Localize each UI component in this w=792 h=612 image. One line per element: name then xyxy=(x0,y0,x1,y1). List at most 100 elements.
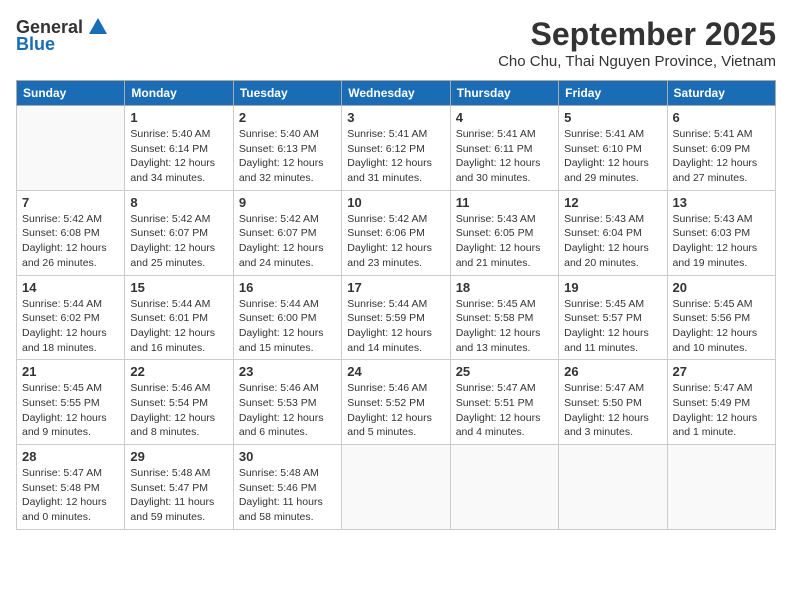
day-number: 12 xyxy=(564,195,661,210)
day-number: 2 xyxy=(239,110,336,125)
page-header: General Blue September 2025 Cho Chu, Tha… xyxy=(16,16,776,70)
day-info: Sunrise: 5:43 AM Sunset: 6:03 PM Dayligh… xyxy=(673,212,770,271)
calendar-cell: 16Sunrise: 5:44 AM Sunset: 6:00 PM Dayli… xyxy=(233,275,341,360)
calendar-cell: 4Sunrise: 5:41 AM Sunset: 6:11 PM Daylig… xyxy=(450,106,558,191)
header-tuesday: Tuesday xyxy=(233,81,341,106)
header-monday: Monday xyxy=(125,81,233,106)
calendar-week-row: 28 Sunrise: 5:47 AM Sunset: 5:48 PM Dayli… xyxy=(17,445,776,530)
day-info: Sunrise: 5:41 AM Sunset: 6:11 PM Dayligh… xyxy=(456,127,553,186)
title-area: September 2025 Cho Chu, Thai Nguyen Prov… xyxy=(498,16,776,70)
calendar-cell: 7 Sunrise: 5:42 AM Sunset: 6:08 PM Daylig… xyxy=(17,190,125,275)
day-number: 25 xyxy=(456,364,553,379)
calendar-cell: 5Sunrise: 5:41 AM Sunset: 6:10 PM Daylig… xyxy=(559,106,667,191)
day-info: Sunrise: 5:46 AM Sunset: 5:53 PM Dayligh… xyxy=(239,381,336,440)
calendar-cell: 22Sunrise: 5:46 AM Sunset: 5:54 PM Dayli… xyxy=(125,360,233,445)
calendar-cell: 18Sunrise: 5:45 AM Sunset: 5:58 PM Dayli… xyxy=(450,275,558,360)
calendar-cell: 29Sunrise: 5:48 AM Sunset: 5:47 PM Dayli… xyxy=(125,445,233,530)
day-number: 5 xyxy=(564,110,661,125)
calendar-cell: 23 Sunrise: 5:46 AM Sunset: 5:53 PM Dayli… xyxy=(233,360,341,445)
day-info: Sunrise: 5:42 AM Sunset: 6:07 PM Dayligh… xyxy=(130,212,227,271)
day-info: Sunrise: 5:46 AM Sunset: 5:54 PM Dayligh… xyxy=(130,381,227,440)
day-number: 21 xyxy=(22,364,119,379)
day-number: 7 xyxy=(22,195,119,210)
calendar-week-row: 7 Sunrise: 5:42 AM Sunset: 6:08 PM Daylig… xyxy=(17,190,776,275)
calendar-cell: 27Sunrise: 5:47 AM Sunset: 5:49 PM Dayli… xyxy=(667,360,775,445)
day-number: 15 xyxy=(130,280,227,295)
day-info: Sunrise: 5:43 AM Sunset: 6:05 PM Dayligh… xyxy=(456,212,553,271)
calendar-cell xyxy=(17,106,125,191)
day-info: Sunrise: 5:40 AM Sunset: 6:14 PM Dayligh… xyxy=(130,127,227,186)
calendar-cell: 13 Sunrise: 5:43 AM Sunset: 6:03 PM Dayli… xyxy=(667,190,775,275)
day-number: 26 xyxy=(564,364,661,379)
day-number: 28 xyxy=(22,449,119,464)
calendar-cell: 6 Sunrise: 5:41 AM Sunset: 6:09 PM Daylig… xyxy=(667,106,775,191)
calendar-week-row: 14 Sunrise: 5:44 AM Sunset: 6:02 PM Dayli… xyxy=(17,275,776,360)
day-info: Sunrise: 5:47 AM Sunset: 5:48 PM Dayligh… xyxy=(22,466,119,525)
calendar-cell: 8 Sunrise: 5:42 AM Sunset: 6:07 PM Daylig… xyxy=(125,190,233,275)
day-info: Sunrise: 5:44 AM Sunset: 6:01 PM Dayligh… xyxy=(130,297,227,356)
day-number: 14 xyxy=(22,280,119,295)
day-info: Sunrise: 5:48 AM Sunset: 5:47 PM Dayligh… xyxy=(130,466,227,525)
calendar-cell: 3 Sunrise: 5:41 AM Sunset: 6:12 PM Daylig… xyxy=(342,106,450,191)
day-number: 6 xyxy=(673,110,770,125)
month-title: September 2025 xyxy=(498,16,776,53)
day-info: Sunrise: 5:42 AM Sunset: 6:06 PM Dayligh… xyxy=(347,212,444,271)
calendar-cell: 26 Sunrise: 5:47 AM Sunset: 5:50 PM Dayli… xyxy=(559,360,667,445)
calendar-cell: 30 Sunrise: 5:48 AM Sunset: 5:46 PM Dayli… xyxy=(233,445,341,530)
day-info: Sunrise: 5:44 AM Sunset: 6:02 PM Dayligh… xyxy=(22,297,119,356)
day-info: Sunrise: 5:47 AM Sunset: 5:50 PM Dayligh… xyxy=(564,381,661,440)
calendar-cell: 24Sunrise: 5:46 AM Sunset: 5:52 PM Dayli… xyxy=(342,360,450,445)
logo-icon xyxy=(87,16,109,38)
day-info: Sunrise: 5:41 AM Sunset: 6:12 PM Dayligh… xyxy=(347,127,444,186)
day-info: Sunrise: 5:41 AM Sunset: 6:09 PM Dayligh… xyxy=(673,127,770,186)
day-number: 18 xyxy=(456,280,553,295)
day-number: 19 xyxy=(564,280,661,295)
day-number: 16 xyxy=(239,280,336,295)
logo: General Blue xyxy=(16,16,109,55)
calendar-cell: 20Sunrise: 5:45 AM Sunset: 5:56 PM Dayli… xyxy=(667,275,775,360)
day-info: Sunrise: 5:42 AM Sunset: 6:07 PM Dayligh… xyxy=(239,212,336,271)
calendar-cell: 11 Sunrise: 5:43 AM Sunset: 6:05 PM Dayli… xyxy=(450,190,558,275)
calendar-cell xyxy=(667,445,775,530)
calendar-cell: 12Sunrise: 5:43 AM Sunset: 6:04 PM Dayli… xyxy=(559,190,667,275)
calendar-cell: 25 Sunrise: 5:47 AM Sunset: 5:51 PM Dayli… xyxy=(450,360,558,445)
header-saturday: Saturday xyxy=(667,81,775,106)
calendar-table: Sunday Monday Tuesday Wednesday Thursday… xyxy=(16,80,776,530)
day-number: 20 xyxy=(673,280,770,295)
day-info: Sunrise: 5:45 AM Sunset: 5:55 PM Dayligh… xyxy=(22,381,119,440)
day-info: Sunrise: 5:47 AM Sunset: 5:51 PM Dayligh… xyxy=(456,381,553,440)
calendar-cell: 21 Sunrise: 5:45 AM Sunset: 5:55 PM Dayli… xyxy=(17,360,125,445)
day-number: 13 xyxy=(673,195,770,210)
calendar-cell: 17Sunrise: 5:44 AM Sunset: 5:59 PM Dayli… xyxy=(342,275,450,360)
day-info: Sunrise: 5:47 AM Sunset: 5:49 PM Dayligh… xyxy=(673,381,770,440)
calendar-week-row: 1Sunrise: 5:40 AM Sunset: 6:14 PM Daylig… xyxy=(17,106,776,191)
day-number: 9 xyxy=(239,195,336,210)
calendar-week-row: 21 Sunrise: 5:45 AM Sunset: 5:55 PM Dayli… xyxy=(17,360,776,445)
calendar-cell: 2 Sunrise: 5:40 AM Sunset: 6:13 PM Daylig… xyxy=(233,106,341,191)
day-info: Sunrise: 5:40 AM Sunset: 6:13 PM Dayligh… xyxy=(239,127,336,186)
day-number: 10 xyxy=(347,195,444,210)
day-number: 23 xyxy=(239,364,336,379)
location-title: Cho Chu, Thai Nguyen Province, Vietnam xyxy=(498,53,776,70)
calendar-cell: 28 Sunrise: 5:47 AM Sunset: 5:48 PM Dayli… xyxy=(17,445,125,530)
calendar-cell: 14 Sunrise: 5:44 AM Sunset: 6:02 PM Dayli… xyxy=(17,275,125,360)
calendar-cell: 1Sunrise: 5:40 AM Sunset: 6:14 PM Daylig… xyxy=(125,106,233,191)
day-info: Sunrise: 5:44 AM Sunset: 5:59 PM Dayligh… xyxy=(347,297,444,356)
calendar-header-row: Sunday Monday Tuesday Wednesday Thursday… xyxy=(17,81,776,106)
header-wednesday: Wednesday xyxy=(342,81,450,106)
day-info: Sunrise: 5:48 AM Sunset: 5:46 PM Dayligh… xyxy=(239,466,336,525)
calendar-cell xyxy=(559,445,667,530)
day-number: 8 xyxy=(130,195,227,210)
day-number: 30 xyxy=(239,449,336,464)
day-info: Sunrise: 5:46 AM Sunset: 5:52 PM Dayligh… xyxy=(347,381,444,440)
day-info: Sunrise: 5:42 AM Sunset: 6:08 PM Dayligh… xyxy=(22,212,119,271)
header-thursday: Thursday xyxy=(450,81,558,106)
calendar-cell: 10 Sunrise: 5:42 AM Sunset: 6:06 PM Dayli… xyxy=(342,190,450,275)
header-friday: Friday xyxy=(559,81,667,106)
logo-blue: Blue xyxy=(16,34,55,55)
day-number: 11 xyxy=(456,195,553,210)
calendar-cell xyxy=(450,445,558,530)
calendar-cell: 9 Sunrise: 5:42 AM Sunset: 6:07 PM Daylig… xyxy=(233,190,341,275)
day-number: 3 xyxy=(347,110,444,125)
calendar-cell xyxy=(342,445,450,530)
